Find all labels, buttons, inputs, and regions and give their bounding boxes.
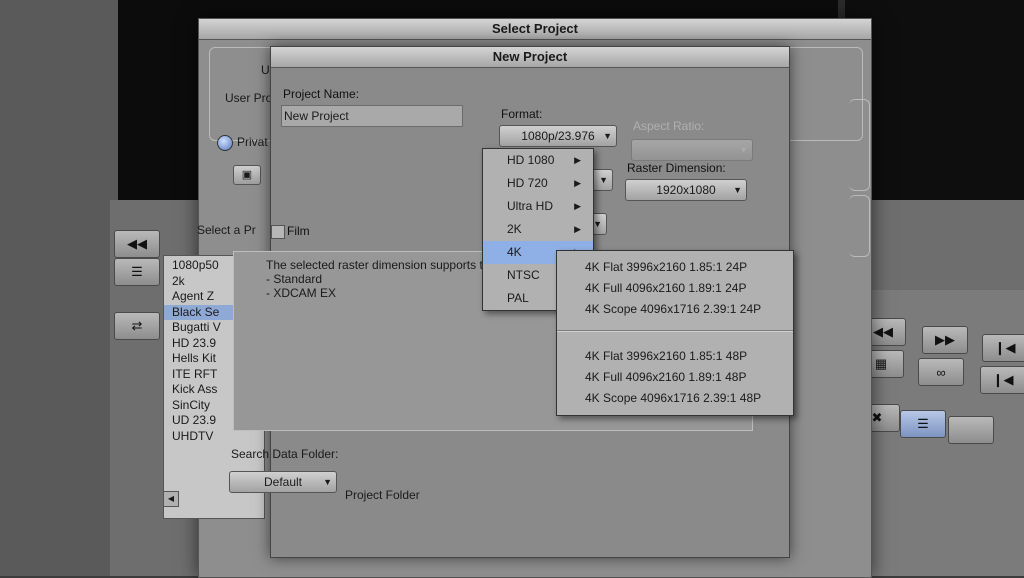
- format-menu-item-label: 2K: [507, 222, 522, 236]
- format-4k-option[interactable]: 4K Scope 4096x1716 2.39:1 48P: [557, 388, 793, 409]
- step-back-button[interactable]: ❙◀: [982, 334, 1024, 362]
- format-value: 1080p/23.976: [521, 129, 595, 143]
- loop-button[interactable]: ∞: [918, 358, 964, 386]
- list-icon: ☰: [131, 264, 143, 279]
- trim-icon: ⇄: [131, 318, 143, 333]
- rewind-icon: ◀◀: [127, 236, 147, 251]
- grid-icon: ▦: [874, 356, 888, 371]
- extra-button[interactable]: [948, 416, 994, 444]
- user-profile-label: User Prof: [225, 91, 276, 105]
- format-4k-option[interactable]: 4K Flat 3996x2160 1.85:1 48P: [557, 346, 793, 367]
- scroll-left-arrow[interactable]: ◀: [163, 491, 179, 507]
- chevron-right-icon: ▶: [574, 178, 581, 188]
- menu-separator: [557, 330, 793, 332]
- format-menu-item-label: PAL: [507, 291, 529, 305]
- list-view-button[interactable]: ☰: [114, 258, 160, 286]
- loop-icon: ∞: [936, 364, 946, 380]
- format-select[interactable]: 1080p/23.976 ▼: [499, 125, 617, 147]
- chevron-down-icon: ▼: [739, 145, 748, 155]
- format-label: Format:: [501, 107, 543, 121]
- lift-icon: ✖: [871, 410, 883, 425]
- search-data-folder-value: Default: [263, 475, 303, 489]
- format-menu-item[interactable]: Ultra HD ▶: [483, 195, 593, 218]
- chevron-right-icon: ▶: [574, 201, 581, 211]
- private-radio[interactable]: [217, 135, 233, 151]
- format-menu-item-label: HD 720: [507, 176, 548, 190]
- overwrite-icon: ☰: [917, 416, 929, 431]
- step-back-button-2[interactable]: ❙◀: [980, 366, 1024, 394]
- select-project-label: Select a Pr: [197, 223, 256, 237]
- aspect-ratio-label: Aspect Ratio:: [633, 119, 705, 133]
- film-checkbox[interactable]: [271, 225, 285, 239]
- format-4k-option[interactable]: 4K Full 4096x2160 1.89:1 24P: [557, 278, 793, 299]
- project-folder-label: Project Folder: [345, 488, 420, 502]
- private-label: Privat: [237, 135, 268, 149]
- chevron-down-icon: ▼: [599, 175, 608, 185]
- right-frame-2: [849, 195, 870, 257]
- chevron-down-icon: ▼: [323, 477, 332, 487]
- step-back-icon: ❙◀: [992, 372, 1014, 387]
- format-menu-item[interactable]: HD 1080 ▶: [483, 149, 593, 172]
- overwrite-button[interactable]: ☰: [900, 410, 946, 438]
- fast-forward-button[interactable]: ▶▶: [922, 326, 968, 354]
- browse-folder-button[interactable]: ▣: [233, 165, 261, 185]
- format-4k-option[interactable]: 4K Flat 3996x2160 1.85:1 24P: [557, 257, 793, 278]
- chevron-down-icon: ▼: [593, 219, 602, 229]
- chevron-down-icon: ▼: [603, 131, 612, 141]
- format-menu-item-label: 4K: [507, 245, 522, 259]
- project-name-input[interactable]: New Project: [281, 105, 463, 127]
- chevron-right-icon: ▶: [574, 224, 581, 234]
- select-project-title: Select Project: [199, 19, 871, 40]
- format-menu-item[interactable]: 2K ▶: [483, 218, 593, 241]
- format-menu-item-label: Ultra HD: [507, 199, 554, 213]
- left-panel: [0, 0, 118, 576]
- rewind-icon: ◀◀: [873, 324, 893, 339]
- fast-forward-icon: ▶▶: [935, 332, 955, 347]
- search-data-folder-select[interactable]: Default ▼: [229, 471, 337, 493]
- format-menu-item[interactable]: HD 720 ▶: [483, 172, 593, 195]
- right-frame: [849, 99, 870, 191]
- folder-icon: ▣: [241, 169, 253, 181]
- step-back-icon: ❙◀: [994, 340, 1016, 355]
- search-data-folder-label: Search Data Folder:: [231, 447, 339, 461]
- format-4k-option[interactable]: 4K Scope 4096x1716 2.39:1 24P: [557, 299, 793, 320]
- chevron-down-icon: ▼: [733, 185, 742, 195]
- raster-dimension-value: 1920x1080: [656, 183, 716, 197]
- project-name-label: Project Name:: [283, 87, 360, 101]
- format-menu-item-label: NTSC: [507, 268, 540, 282]
- raster-dimension-label: Raster Dimension:: [627, 161, 726, 175]
- format-4k-submenu: 4K Flat 3996x2160 1.85:1 24P 4K Full 4096…: [556, 250, 794, 416]
- aspect-ratio-select[interactable]: ▼: [631, 139, 753, 161]
- format-menu-item-label: HD 1080: [507, 153, 555, 167]
- format-4k-option[interactable]: 4K Full 4096x2160 1.89:1 48P: [557, 367, 793, 388]
- rewind-button[interactable]: ◀◀: [114, 230, 160, 258]
- raster-dimension-select[interactable]: 1920x1080 ▼: [625, 179, 747, 201]
- chevron-right-icon: ▶: [574, 155, 581, 165]
- new-project-title: New Project: [271, 47, 789, 68]
- trim-button[interactable]: ⇄: [114, 312, 160, 340]
- film-label: Film: [287, 224, 310, 238]
